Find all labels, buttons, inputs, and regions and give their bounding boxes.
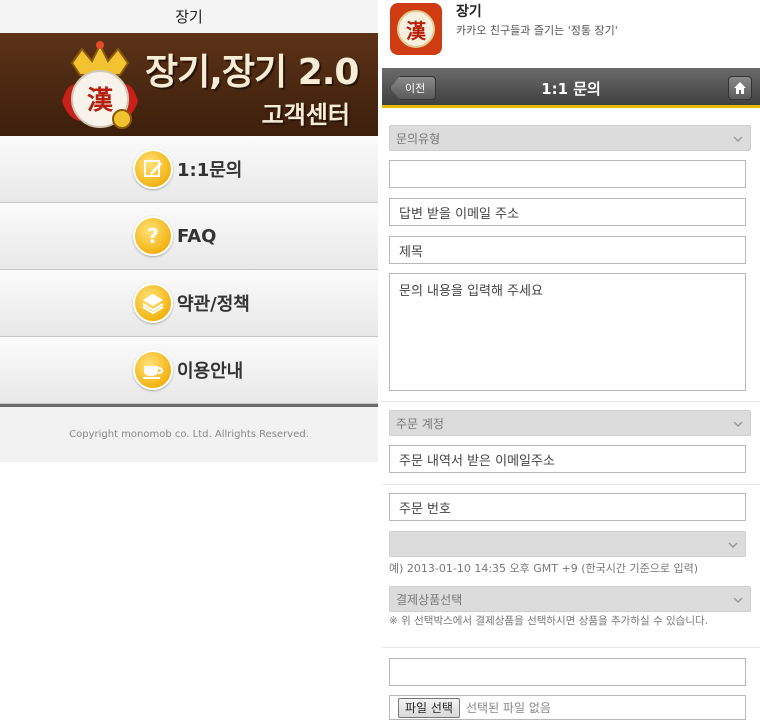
file-upload: 파일 선택 선택된 파일 없음 <box>389 695 746 720</box>
menu-item-label: 약관/정책 <box>177 294 250 315</box>
section-divider <box>382 647 760 648</box>
question-icon: ? <box>133 216 173 256</box>
menu-item-faq[interactable]: ? FAQ <box>0 203 378 270</box>
emblem-character: 漢 <box>87 86 114 116</box>
banner-subtitle: 고객센터 <box>261 101 350 129</box>
inquiry-type-select[interactable]: 문의유형 <box>389 125 751 151</box>
home-icon <box>734 82 746 94</box>
copyright-footer: Copyright monomob co. Ltd. Allrights Res… <box>0 407 378 462</box>
window-title: 장기 <box>0 0 378 33</box>
menu-item-guide[interactable]: 이용안내 <box>0 337 378 404</box>
inquiry-panel: 漢 장기 카카오 친구들과 즐기는 '정통 장기' 이전 1:1 문의 문의유형… <box>382 0 760 720</box>
chevron-down-icon <box>733 136 743 143</box>
order-date-select[interactable] <box>389 531 746 557</box>
cup-icon <box>133 350 173 390</box>
chevron-down-icon <box>728 542 738 549</box>
game-emblem-icon: 漢 <box>62 41 138 129</box>
product-select[interactable]: 결제상품선택 <box>389 586 751 612</box>
app-icon: 漢 <box>390 3 442 55</box>
app-name: 장기 <box>456 4 482 20</box>
app-icon-character: 漢 <box>397 10 435 48</box>
page-title: 1:1 문의 <box>541 79 601 98</box>
pencil-icon <box>133 149 173 189</box>
menu-item-label: 이용안내 <box>177 361 244 382</box>
content-textarea[interactable]: 문의 내용을 입력해 주세요 <box>389 273 746 391</box>
svg-text:?: ? <box>147 225 159 247</box>
chevron-down-icon <box>733 421 743 428</box>
menu-item-label: FAQ <box>177 225 217 247</box>
menu-item-terms[interactable]: 약관/정책 <box>0 270 378 337</box>
order-account-value: 주문 계정 <box>396 416 444 431</box>
product-select-value: 결제상품선택 <box>396 592 463 607</box>
blank-input-field[interactable] <box>389 160 746 188</box>
banner-title: 장기,장기 2.0 <box>145 52 359 93</box>
menu-item-label: 1:1문의 <box>177 160 243 181</box>
blank-input-field-2[interactable] <box>389 658 746 686</box>
app-header: 漢 장기 카카오 친구들과 즐기는 '정통 장기' <box>382 0 760 68</box>
choose-file-button[interactable]: 파일 선택 <box>398 697 460 718</box>
inquiry-type-value: 문의유형 <box>396 131 441 146</box>
subject-field[interactable]: 제목 <box>389 236 746 264</box>
order-account-select[interactable]: 주문 계정 <box>389 410 751 436</box>
reply-email-field[interactable]: 답변 받을 이메일 주소 <box>389 198 746 226</box>
menu-item-inquiry[interactable]: 1:1문의 <box>0 136 378 203</box>
product-hint: ※ 위 선택박스에서 결제상품을 선택하시면 상품을 추가하실 수 있습니다. <box>389 615 708 627</box>
file-status: 선택된 파일 없음 <box>465 701 551 715</box>
section-divider <box>382 401 760 402</box>
chevron-down-icon <box>733 597 743 604</box>
date-format-hint: 예) 2013-01-10 14:35 오후 GMT +9 (한국시간 기준으로… <box>389 562 698 575</box>
layers-icon <box>133 283 173 323</box>
home-button[interactable] <box>728 76 752 100</box>
customer-center-banner: 漢 장기,장기 2.0 고객센터 <box>0 33 378 136</box>
order-number-field[interactable]: 주문 번호 <box>389 493 746 521</box>
navigation-bar: 이전 1:1 문의 <box>382 68 760 108</box>
order-email-field[interactable]: 주문 내역서 받은 이메일주소 <box>389 445 746 473</box>
app-description: 카카오 친구들과 즐기는 '정통 장기' <box>456 24 618 37</box>
customer-center-panel: 장기 漢 장기,장기 2.0 고객센터 1:1문의 ? FAQ 약관/정책 이용… <box>0 0 378 720</box>
section-divider <box>382 484 760 485</box>
